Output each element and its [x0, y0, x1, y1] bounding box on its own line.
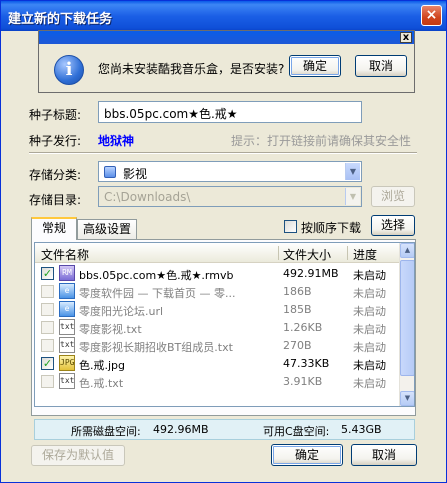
category-icon: [104, 166, 116, 178]
file-row[interactable]: txt 零度影视.txt 1.26KB 未启动: [35, 319, 401, 336]
file-checkbox[interactable]: ✓: [41, 267, 54, 280]
file-name: 色.戒.jpg: [79, 359, 126, 372]
url-file-icon: e: [59, 301, 75, 317]
file-name: 零度软件园 — 下载首页 — 零...: [79, 287, 236, 300]
prompt-ok-button[interactable]: 确定: [289, 55, 341, 77]
directory-label: 存储目录:: [29, 193, 82, 207]
file-progress: 未启动: [353, 377, 386, 390]
column-divider[interactable]: [347, 246, 348, 260]
directory-value: C:\Downloads\: [104, 190, 191, 204]
file-checkbox[interactable]: [41, 303, 54, 316]
torrent-title-field[interactable]: bbs.05pc.com★色.戒★: [98, 101, 362, 123]
security-hint: 提示：打开链接前请确保其安全性: [231, 134, 412, 148]
file-size: 186B: [283, 285, 312, 298]
tab-general[interactable]: 常规: [31, 217, 77, 240]
install-prompt-dialog: x i 您尚未安装酷我音乐盒，是否安装? 确定 取消: [38, 30, 415, 93]
rmvb-file-icon: RM: [59, 265, 75, 281]
file-list-header: 文件名称 文件大小 进度: [35, 243, 401, 263]
directory-select[interactable]: C:\Downloads\ ▼: [98, 186, 362, 207]
info-icon: i: [54, 55, 84, 85]
ok-button[interactable]: 确定: [271, 444, 343, 466]
scroll-up-icon[interactable]: ▲: [400, 243, 414, 258]
disk-space-bar: 所需磁盘空间: 492.96MB 可用C盘空间: 5.43GB: [34, 419, 415, 440]
file-size: 185B: [283, 303, 312, 316]
file-name: bbs.05pc.com★色.戒★.rmvb: [79, 269, 234, 282]
file-row[interactable]: ✓ JPG 色.戒.jpg 47.33KB 未启动: [35, 355, 401, 372]
file-name: 色.戒.txt: [79, 377, 124, 390]
file-progress: 未启动: [353, 323, 386, 336]
available-space-value: 5.43GB: [341, 423, 382, 436]
sequential-download-checkbox[interactable]: [284, 220, 297, 233]
title-bar[interactable]: 建立新的下载任务 ×: [1, 1, 446, 31]
file-size: 1.26KB: [283, 321, 323, 334]
column-header-name[interactable]: 文件名称: [41, 246, 89, 263]
prompt-message: 您尚未安装酷我音乐盒，是否安装?: [98, 62, 285, 76]
file-name: 零度阳光论坛.url: [79, 305, 164, 318]
file-progress: 未启动: [353, 269, 386, 282]
scroll-down-icon[interactable]: ▼: [400, 391, 414, 406]
required-space-label: 所需磁盘空间:: [71, 425, 141, 438]
column-divider[interactable]: [278, 246, 279, 260]
new-download-task-dialog: 建立新的下载任务 × x i 您尚未安装酷我音乐盒，是否安装? 确定 取消 种子…: [0, 0, 447, 483]
file-name: 零度影视长期招收BT组成员.txt: [79, 341, 233, 354]
category-label: 存储分类:: [29, 168, 82, 182]
file-progress: 未启动: [353, 305, 386, 318]
file-row[interactable]: e 零度阳光论坛.url 185B 未启动: [35, 301, 401, 318]
file-progress: 未启动: [353, 359, 386, 372]
file-checkbox[interactable]: ✓: [41, 357, 54, 370]
torrent-title-label: 种子标题:: [29, 108, 82, 122]
available-space-label: 可用C盘空间:: [263, 425, 330, 438]
file-size: 47.33KB: [283, 357, 330, 370]
prompt-cancel-button[interactable]: 取消: [355, 55, 407, 77]
file-list[interactable]: 文件名称 文件大小 进度 ✓ RM bbs.05pc.com★色.戒★.rmvb 49…: [34, 242, 415, 407]
file-row[interactable]: txt 零度影视长期招收BT组成员.txt 270B 未启动: [35, 337, 401, 354]
file-size: 3.91KB: [283, 375, 323, 388]
file-size: 270B: [283, 339, 312, 352]
chevron-down-icon[interactable]: ▼: [345, 163, 360, 180]
file-row[interactable]: txt 色.戒.txt 3.91KB 未启动: [35, 373, 401, 390]
sequential-download-label: 按顺序下载: [301, 221, 362, 235]
file-checkbox[interactable]: [41, 375, 54, 388]
txt-file-icon: txt: [59, 337, 75, 353]
jpg-file-icon: JPG: [59, 355, 75, 371]
prompt-title-bar: x: [39, 31, 414, 44]
torrent-publisher-link[interactable]: 地狱神: [98, 132, 134, 149]
column-header-size[interactable]: 文件大小: [283, 246, 331, 263]
file-progress: 未启动: [353, 287, 386, 300]
file-checkbox[interactable]: [41, 321, 54, 334]
divider: [29, 152, 417, 154]
cancel-button[interactable]: 取消: [351, 444, 417, 466]
select-button[interactable]: 选择: [371, 215, 415, 236]
txt-file-icon: txt: [59, 373, 75, 389]
save-as-default-button[interactable]: 保存为默认值: [31, 445, 125, 466]
window-title: 建立新的下载任务: [8, 12, 113, 27]
file-name: 零度影视.txt: [79, 323, 142, 336]
tab-advanced-settings[interactable]: 高级设置: [77, 219, 137, 239]
category-value: 影视: [123, 167, 148, 181]
file-row[interactable]: ✓ RM bbs.05pc.com★色.戒★.rmvb 492.91MB 未启动: [35, 265, 401, 282]
required-space-value: 492.96MB: [153, 423, 209, 436]
vertical-scrollbar[interactable]: ▲ ▼: [399, 243, 414, 406]
close-button[interactable]: ×: [421, 5, 442, 26]
prompt-close-button[interactable]: x: [400, 32, 412, 43]
browse-button[interactable]: 浏览: [371, 186, 415, 207]
file-progress: 未启动: [353, 341, 386, 354]
txt-file-icon: txt: [59, 319, 75, 335]
chevron-down-icon[interactable]: ▼: [345, 188, 360, 205]
scroll-thumb[interactable]: [400, 260, 414, 376]
column-header-progress[interactable]: 进度: [353, 246, 377, 263]
url-file-icon: e: [59, 283, 75, 299]
file-row[interactable]: e 零度软件园 — 下载首页 — 零... 186B 未启动: [35, 283, 401, 300]
file-size: 492.91MB: [283, 267, 339, 280]
file-checkbox[interactable]: [41, 285, 54, 298]
file-checkbox[interactable]: [41, 339, 54, 352]
category-select[interactable]: 影视 ▼: [98, 161, 362, 182]
torrent-publisher-label: 种子发行:: [29, 134, 82, 148]
